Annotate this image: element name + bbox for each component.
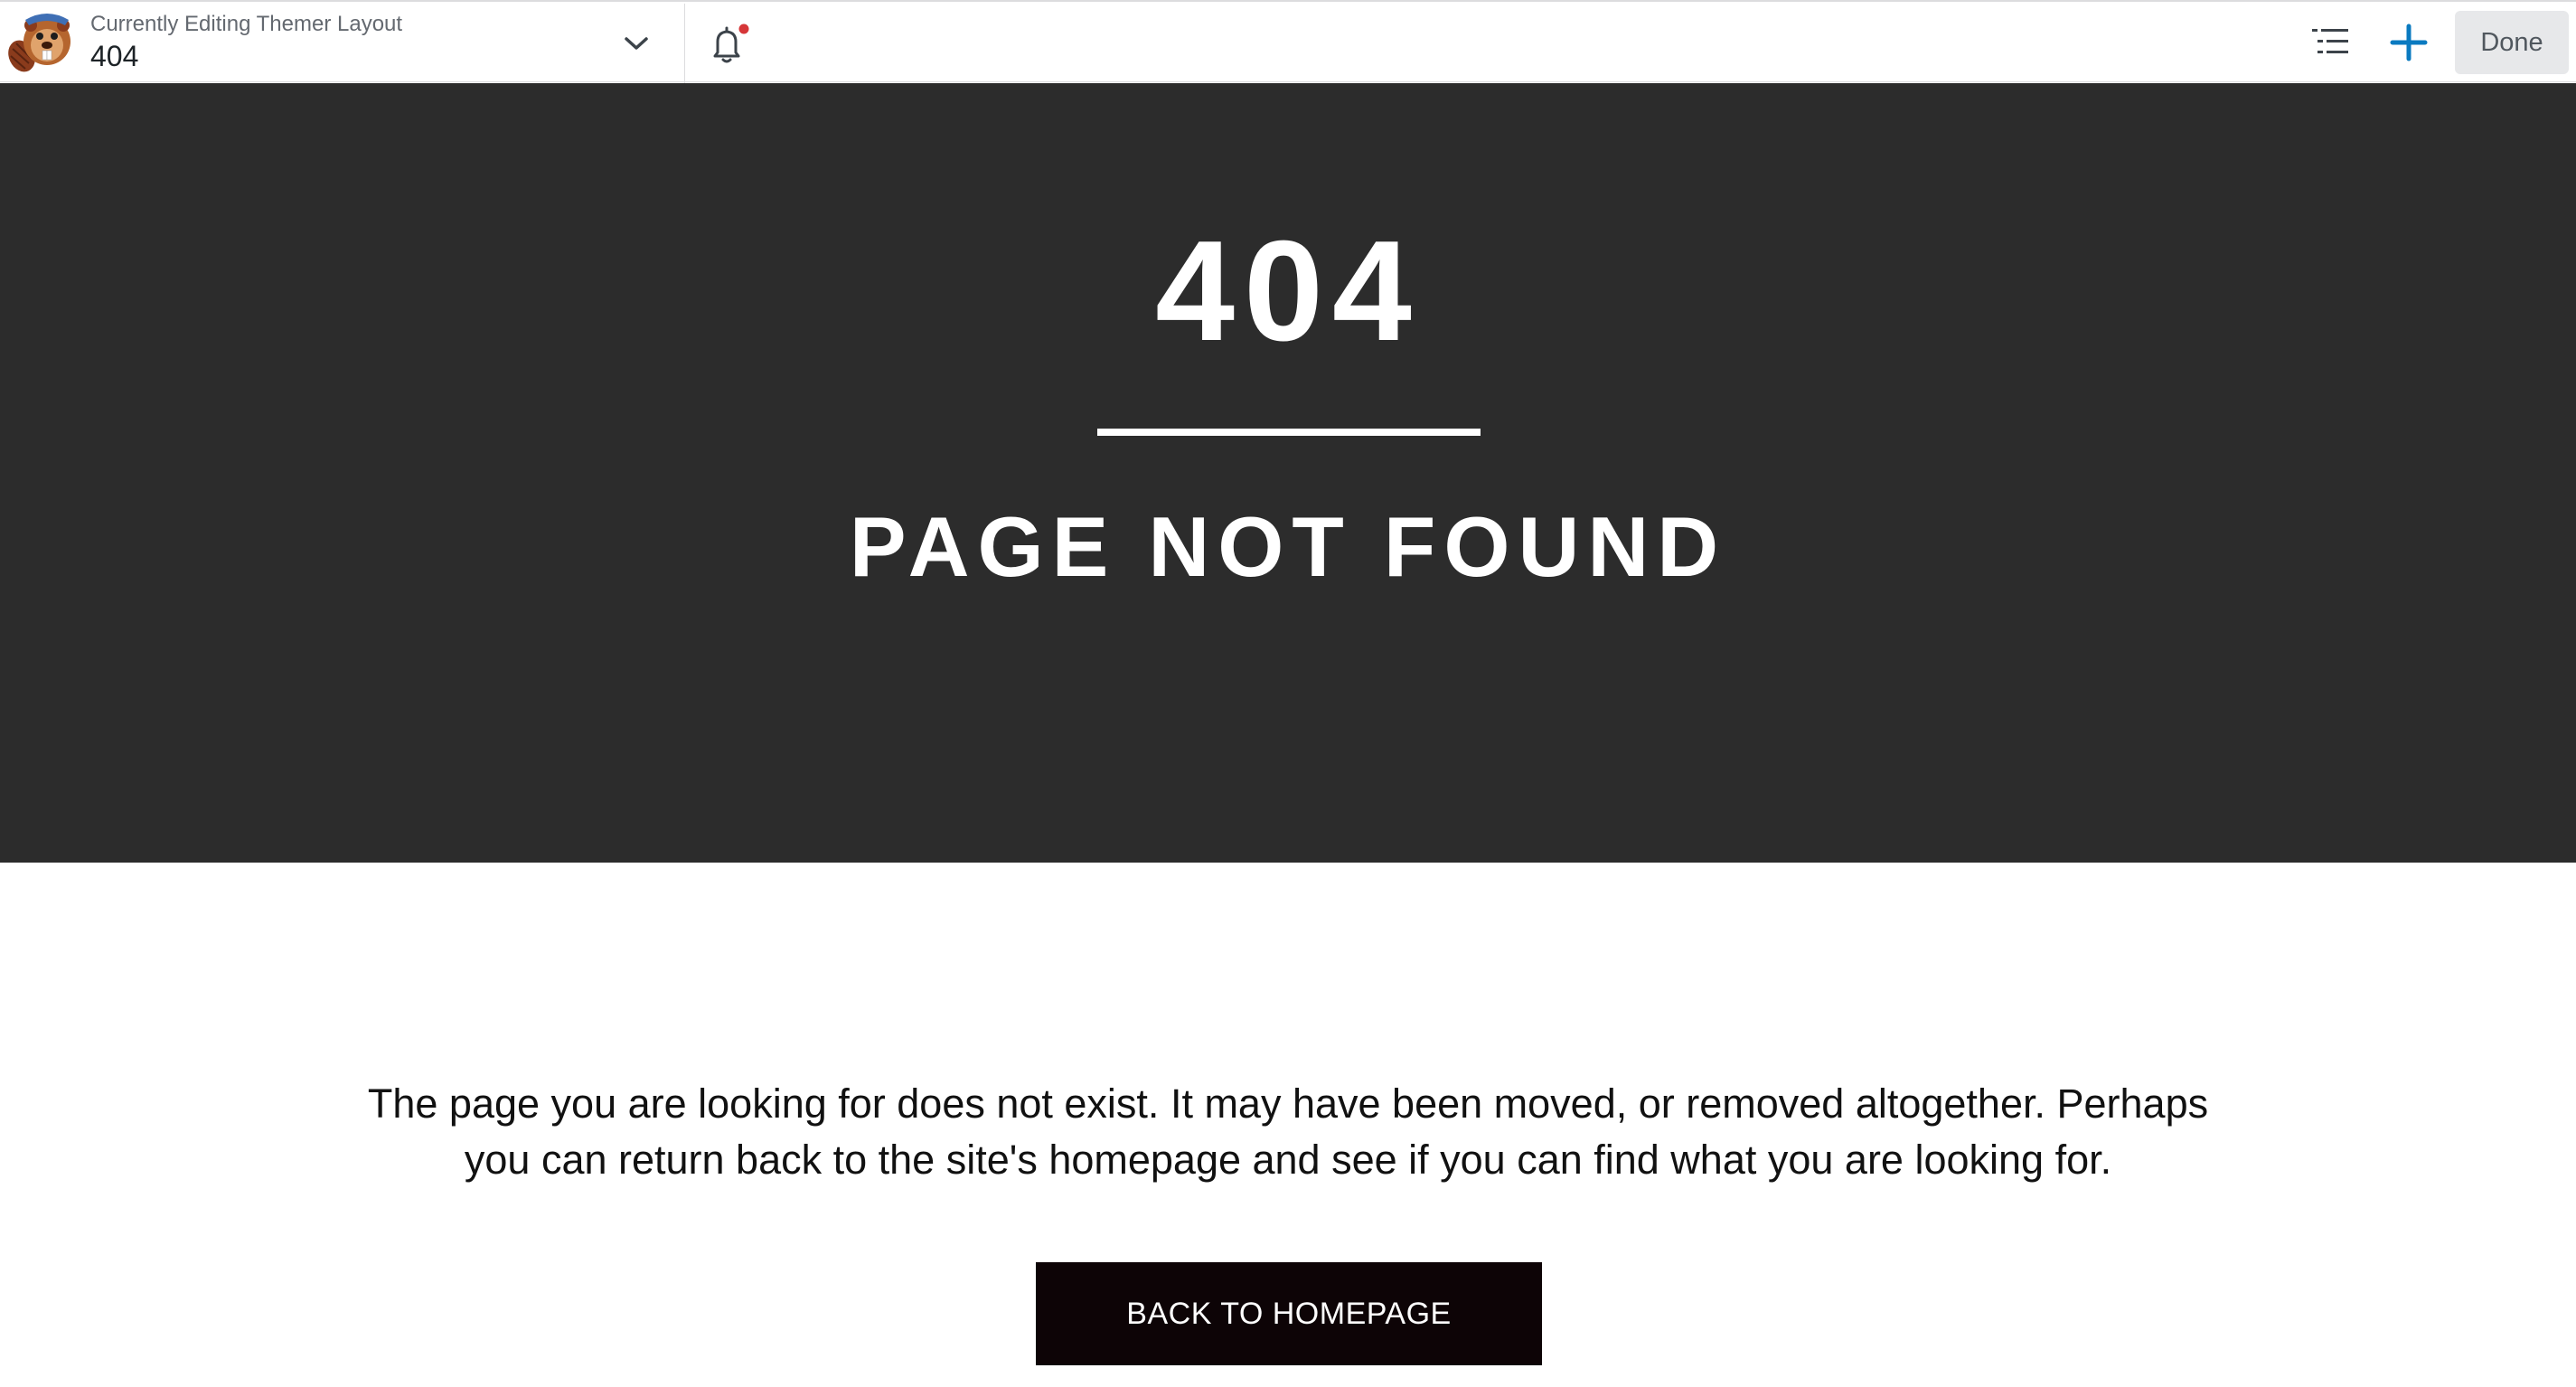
toolbar-divider [684, 4, 685, 83]
notification-dot [738, 24, 749, 34]
editing-label: Currently Editing Themer Layout [90, 12, 403, 36]
builder-toolbar: Currently Editing Themer Layout 404 Done [0, 0, 2576, 83]
done-button[interactable]: Done [2455, 11, 2569, 74]
layout-title-area: Currently Editing Themer Layout 404 [90, 11, 402, 74]
back-to-homepage-button[interactable]: BACK TO HOMEPAGE [1036, 1262, 1542, 1365]
layout-name: 404 [90, 40, 139, 72]
outline-list-icon[interactable] [2308, 22, 2354, 63]
error-code-heading: 404 [1155, 212, 1421, 371]
beaver-logo-icon[interactable] [4, 9, 80, 78]
chevron-down-icon[interactable] [611, 24, 662, 63]
heading-separator [1097, 429, 1481, 436]
hero-section: 404 PAGE NOT FOUND [0, 83, 2576, 863]
bell-icon[interactable] [701, 18, 752, 69]
page-not-found-heading: PAGE NOT FOUND [849, 499, 1727, 594]
plus-icon[interactable] [2386, 20, 2431, 65]
not-found-message: The page you are looking for does not ex… [367, 1080, 2209, 1183]
